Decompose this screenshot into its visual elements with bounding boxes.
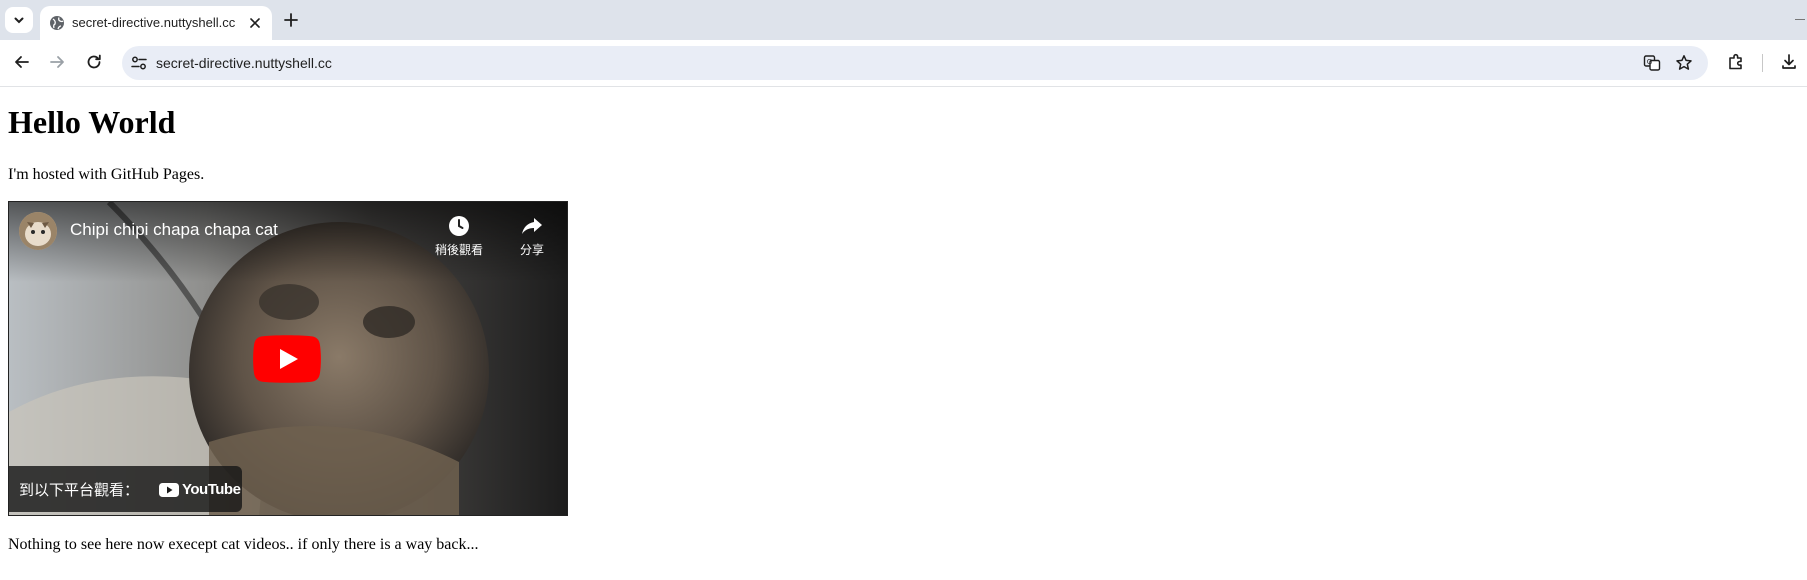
watch-later-label: 稍後觀看 — [434, 243, 483, 257]
watch-on-youtube-button[interactable]: 到以下平台觀看： YouTube — [9, 466, 242, 512]
chevron-down-icon — [14, 17, 24, 24]
svg-text:G: G — [1647, 58, 1652, 66]
globe-icon — [50, 16, 64, 30]
page-heading: Hello World — [8, 104, 176, 140]
download-icon[interactable] — [1779, 52, 1799, 72]
minimize-icon[interactable] — [1795, 19, 1805, 20]
share-button[interactable]: 分享 — [500, 212, 564, 262]
translate-icon[interactable]: G — [1643, 54, 1661, 72]
new-tab-plus-icon[interactable] — [282, 11, 300, 29]
clock-icon — [449, 216, 469, 236]
extensions-icon[interactable] — [1726, 52, 1746, 72]
address-bar[interactable]: secret-directive.nuttyshell.cc G — [122, 46, 1708, 80]
active-tab[interactable]: secret-directive.nuttyshell.cc — [40, 6, 272, 40]
youtube-play-icon — [159, 483, 179, 497]
youtube-logo-text: YouTube — [182, 481, 241, 498]
forward-arrow-icon[interactable] — [47, 52, 67, 72]
reload-icon[interactable] — [84, 52, 104, 72]
url-text[interactable]: secret-directive.nuttyshell.cc — [156, 55, 332, 71]
share-arrow-icon — [522, 218, 542, 234]
youtube-embed[interactable]: Chipi chipi chapa chapa cat 稍後觀看 分享 到以下平… — [8, 201, 568, 516]
watch-later-button[interactable]: 稍後觀看 — [427, 212, 491, 262]
toolbar-divider — [1762, 54, 1763, 72]
video-title[interactable]: Chipi chipi chapa chapa cat — [70, 220, 278, 240]
channel-avatar[interactable] — [19, 212, 57, 250]
back-arrow-icon[interactable] — [12, 52, 32, 72]
tab-title: secret-directive.nuttyshell.cc — [72, 15, 236, 30]
youtube-logo: YouTube — [159, 480, 241, 500]
cat-avatar-icon — [19, 212, 57, 250]
tab-search-button[interactable] — [5, 7, 33, 33]
play-button-icon[interactable] — [253, 335, 321, 383]
footer-text: Nothing to see here now execept cat vide… — [8, 536, 479, 553]
share-label: 分享 — [519, 243, 544, 257]
bookmark-star-icon[interactable] — [1675, 54, 1693, 72]
browser-toolbar: secret-directive.nuttyshell.cc G — [0, 40, 1807, 87]
close-icon[interactable] — [247, 15, 263, 31]
intro-text: I'm hosted with GitHub Pages. — [8, 166, 205, 183]
watch-on-label: 到以下平台觀看： — [19, 481, 140, 499]
site-info-icon[interactable] — [130, 54, 148, 72]
tab-strip: secret-directive.nuttyshell.cc — [0, 0, 1807, 40]
